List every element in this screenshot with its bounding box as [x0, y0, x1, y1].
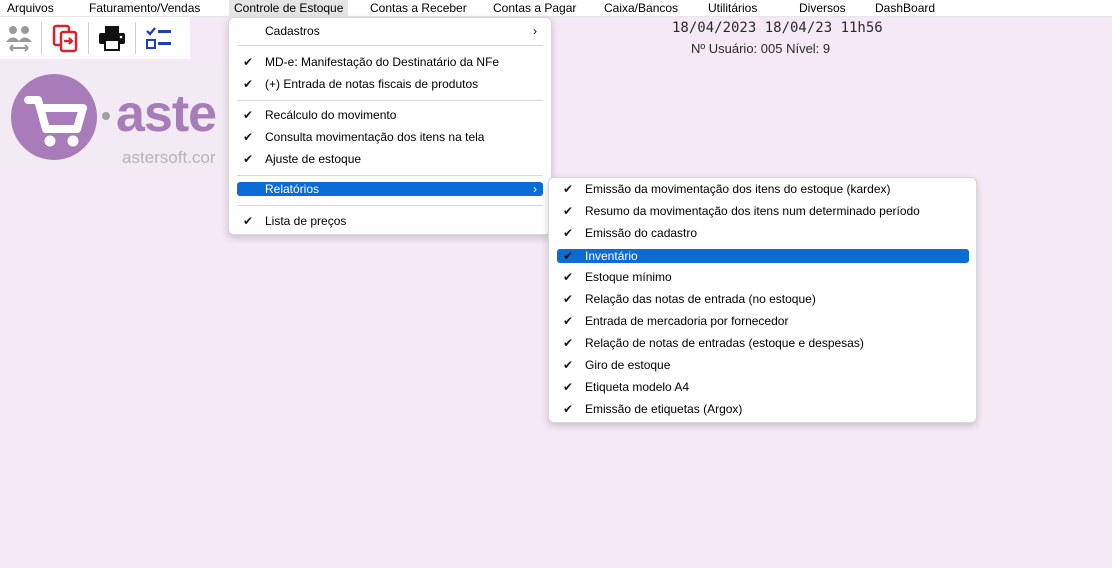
menu-item-consulta-movimentacao[interactable]: ✔ Consulta movimentação dos itens na tel…	[237, 128, 543, 146]
menu-separator	[237, 205, 543, 206]
menu-dashboard[interactable]: DashBoard	[870, 0, 940, 17]
checkmark-icon: ✔	[562, 204, 574, 218]
checkmark-icon: ✔	[562, 314, 574, 328]
menu-item-label: MD-e: Manifestação do Destinatário da NF…	[265, 55, 500, 69]
checkmark-icon: ✔	[562, 182, 574, 196]
menu-item-giro-de-estoque[interactable]: ✔ Giro de estoque	[557, 356, 969, 374]
chevron-right-icon: ›	[533, 24, 537, 38]
checkmark-icon: ✔	[242, 77, 254, 91]
checkmark-icon: ✔	[242, 55, 254, 69]
checkmark-icon: ✔	[242, 214, 254, 228]
menu-item-etiqueta-a4[interactable]: ✔ Etiqueta modelo A4	[557, 378, 969, 396]
printer-icon	[99, 26, 125, 51]
date-time-display: 18/04/2023 18/04/23 11h56	[672, 20, 883, 36]
menu-item-resumo-movimentacao[interactable]: ✔ Resumo da movimentação dos itens num d…	[557, 202, 969, 220]
menu-item-label: Emissão de etiquetas (Argox)	[585, 402, 743, 416]
menu-item-label: Resumo da movimentação dos itens num det…	[585, 204, 920, 218]
menu-item-notas-estoque-despesas[interactable]: ✔ Relação de notas de entradas (estoque …	[557, 334, 969, 352]
menu-item-label: Emissão da movimentação dos itens do est…	[585, 182, 891, 196]
menu-arquivos[interactable]: Arquivos	[2, 0, 59, 17]
toolbar	[0, 17, 190, 59]
menu-item-label: Lista de preços	[265, 214, 347, 228]
menu-item-etiquetas-argox[interactable]: ✔ Emissão de etiquetas (Argox)	[557, 400, 969, 418]
estoque-dropdown-menu: Cadastros › ✔ MD-e: Manifestação do Dest…	[228, 17, 552, 235]
menu-item-label: Etiqueta modelo A4	[585, 380, 690, 394]
users-transfer-icon	[6, 26, 32, 52]
menu-item-label: Consulta movimentação dos itens na tela	[265, 130, 485, 144]
toolbar-separator	[135, 22, 136, 54]
checkmark-icon: ✔	[242, 108, 254, 122]
menu-contas-a-pagar[interactable]: Contas a Pagar	[488, 0, 581, 17]
checkmark-icon: ✔	[242, 130, 254, 144]
checkmark-icon: ✔	[562, 292, 574, 306]
checkmark-icon: ✔	[562, 226, 574, 240]
copy-export-icon	[52, 24, 78, 53]
relatorios-submenu: ✔ Emissão da movimentação dos itens do e…	[548, 177, 977, 423]
menu-separator	[237, 175, 543, 176]
menu-item-label: Giro de estoque	[585, 358, 671, 372]
menu-item-label: Entrada de mercadoria por fornecedor	[585, 314, 789, 328]
print-button[interactable]	[95, 20, 129, 56]
checkmark-icon: ✔	[562, 402, 574, 416]
menu-item-estoque-minimo[interactable]: ✔ Estoque mínimo	[557, 268, 969, 286]
users-transfer-button[interactable]	[2, 20, 36, 56]
menu-item-relacao-notas-entrada[interactable]: ✔ Relação das notas de entrada (no estoq…	[557, 290, 969, 308]
menu-item-label: Estoque mínimo	[585, 270, 672, 284]
menu-faturamento-vendas[interactable]: Faturamento/Vendas	[84, 0, 205, 17]
menu-item-label: Relação das notas de entrada (no estoque…	[585, 292, 816, 306]
user-level-display: Nº Usuário: 005 Nível: 9	[691, 41, 831, 56]
logo-url: astersoft.cor	[122, 148, 216, 167]
menu-item-lista-de-precos[interactable]: ✔ Lista de preços	[237, 212, 543, 230]
menu-caixa-bancos[interactable]: Caixa/Bancos	[599, 0, 683, 17]
checkmark-icon: ✔	[562, 249, 574, 263]
menu-item-label: Emissão do cadastro	[585, 226, 698, 240]
checklist-button[interactable]	[142, 20, 176, 56]
toolbar-separator	[41, 22, 42, 54]
menu-contas-a-receber[interactable]: Contas a Receber	[365, 0, 472, 17]
menu-item-cadastros[interactable]: Cadastros ›	[237, 22, 543, 40]
toolbar-separator	[88, 22, 89, 54]
menu-item-relatorios[interactable]: Relatórios ›	[237, 182, 543, 196]
logo-wordmark: aste	[116, 85, 217, 143]
chevron-right-icon: ›	[533, 182, 537, 196]
menu-controle-de-estoque[interactable]: Controle de Estoque	[229, 0, 349, 17]
menu-item-inventario[interactable]: ✔ Inventário	[557, 249, 969, 263]
menu-item-emissao-cadastro[interactable]: ✔ Emissão do cadastro	[557, 224, 969, 242]
menu-item-label: Cadastros	[265, 24, 320, 38]
checkmark-icon: ✔	[562, 270, 574, 284]
menu-separator	[237, 100, 543, 101]
menu-item-label: Recálculo do movimento	[265, 108, 397, 122]
menu-utilitarios[interactable]: Utilitários	[703, 0, 762, 17]
menu-item-entrada-notas-fiscais[interactable]: ✔ (+) Entrada de notas fiscais de produt…	[237, 75, 543, 93]
menu-item-label: Ajuste de estoque	[265, 152, 362, 166]
menu-item-ajuste-de-estoque[interactable]: ✔ Ajuste de estoque	[237, 150, 543, 168]
menu-item-label: Relação de notas de entradas (estoque e …	[585, 336, 864, 350]
menu-separator	[237, 45, 543, 46]
menu-item-recalculo-movimento[interactable]: ✔ Recálculo do movimento	[237, 106, 543, 124]
menu-item-entrada-por-fornecedor[interactable]: ✔ Entrada de mercadoria por fornecedor	[557, 312, 969, 330]
menu-item-label: (+) Entrada de notas fiscais de produtos	[265, 77, 479, 91]
checkmark-icon: ✔	[562, 358, 574, 372]
shopping-cart-icon	[24, 96, 87, 147]
checkmark-icon: ✔	[562, 336, 574, 350]
checkmark-icon: ✔	[242, 152, 254, 166]
checkmark-icon: ✔	[562, 380, 574, 394]
copy-export-button[interactable]	[48, 20, 82, 56]
logo-dot	[102, 112, 110, 120]
menu-item-kardex[interactable]: ✔ Emissão da movimentação dos itens do e…	[557, 180, 969, 198]
logo-circle	[11, 74, 97, 160]
menu-item-md-e-manifestacao[interactable]: ✔ MD-e: Manifestação do Destinatário da …	[237, 53, 543, 71]
brand-logo: aste astersoft.cor	[0, 62, 235, 170]
menu-item-label: Inventário	[585, 249, 638, 263]
menu-item-label: Relatórios	[265, 182, 320, 196]
menu-diversos[interactable]: Diversos	[794, 0, 851, 17]
menu-bar: Arquivos Faturamento/Vendas Controle de …	[0, 0, 1112, 17]
checklist-icon	[146, 27, 171, 49]
